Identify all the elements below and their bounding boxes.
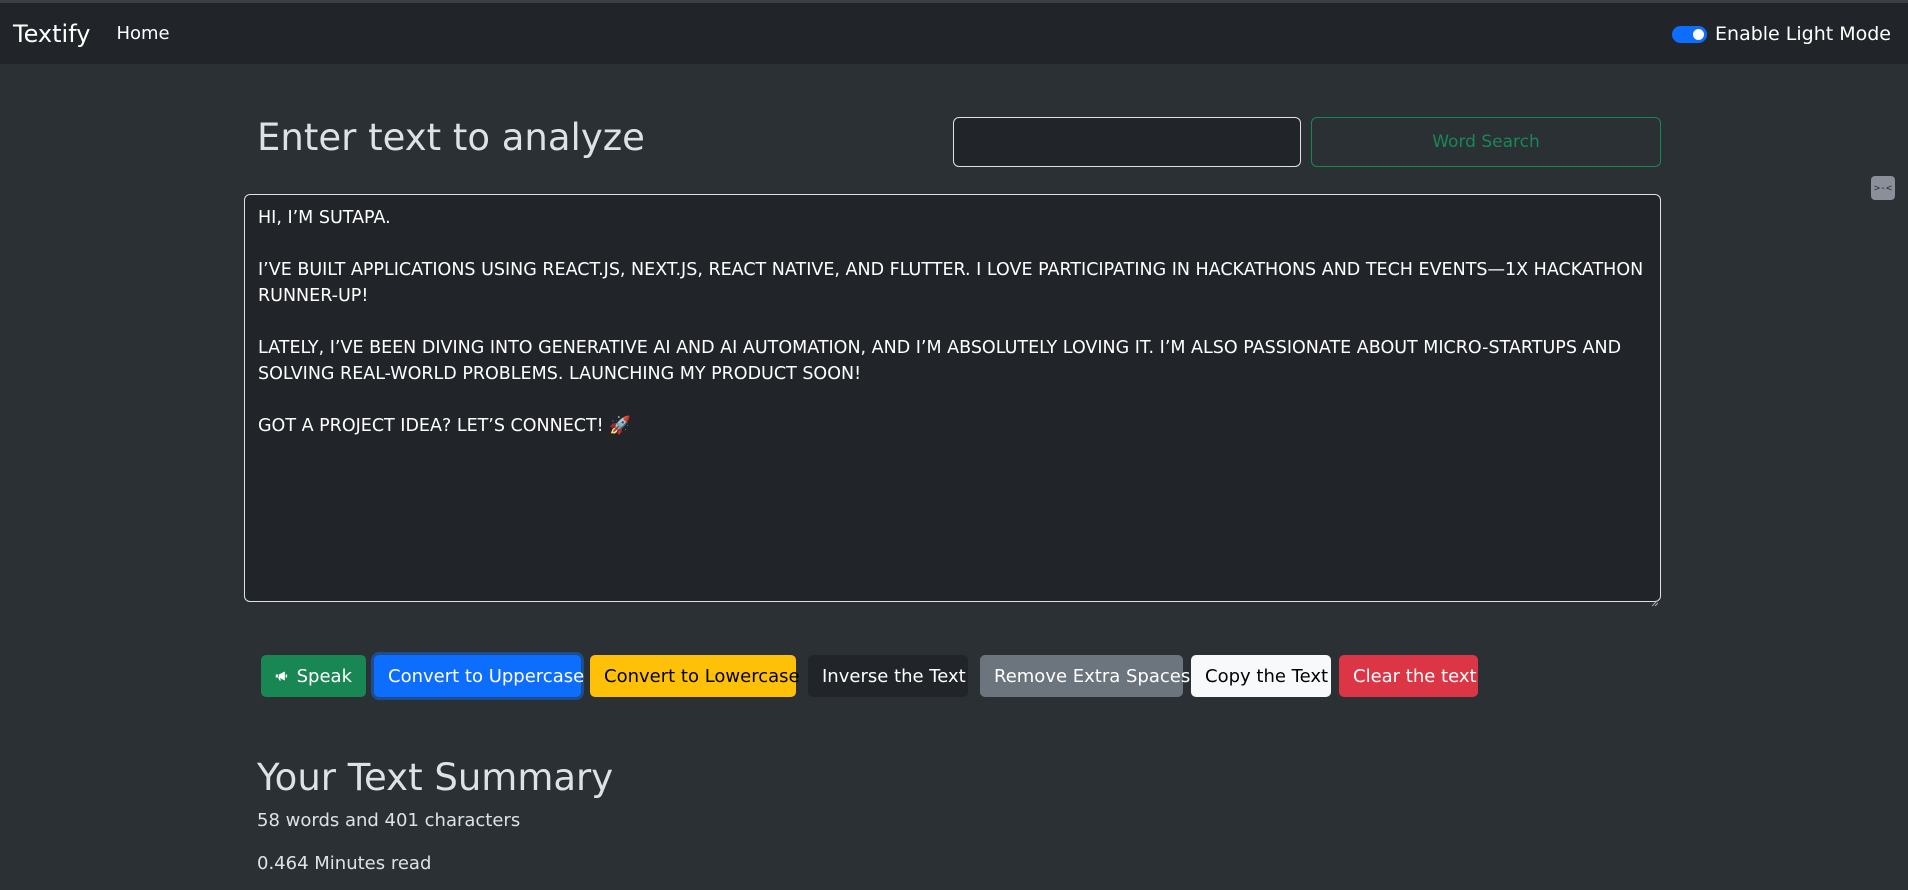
megaphone-icon	[275, 671, 288, 681]
terminal-icon[interactable]: >-<	[1871, 176, 1895, 200]
copy-text-button[interactable]: Copy the Text	[1191, 655, 1331, 697]
light-mode-toggle[interactable]: Enable Light Mode	[1672, 23, 1891, 45]
toggle-switch[interactable]	[1672, 25, 1708, 43]
word-char-count: 58 words and 401 characters	[257, 810, 521, 831]
speak-button[interactable]: Speak	[261, 655, 366, 697]
brand-logo-text[interactable]: Textify	[13, 20, 90, 48]
summary-title: Your Text Summary	[257, 756, 614, 799]
nav-home-link[interactable]: Home	[116, 23, 169, 44]
lowercase-button[interactable]: Convert to Lowercase	[590, 655, 800, 697]
text-input-area[interactable]: HI, I’M SUTAPA. I’VE BUILT APPLICATIONS …	[244, 194, 1661, 602]
remove-spaces-button[interactable]: Remove Extra Spaces	[980, 655, 1190, 697]
inverse-text-button[interactable]: Inverse the Text	[808, 655, 968, 697]
resize-grip-icon	[1651, 599, 1659, 607]
page-title: Enter text to analyze	[257, 116, 645, 159]
read-time: 0.464 Minutes read	[257, 853, 432, 874]
clear-text-button[interactable]: Clear the text	[1339, 655, 1478, 697]
word-search-button[interactable]: Word Search	[1311, 117, 1661, 167]
navbar: Textify Home Enable Light Mode	[0, 3, 1908, 64]
uppercase-button[interactable]: Convert to Uppercase	[374, 655, 584, 697]
resize-grip[interactable]	[1651, 592, 1659, 607]
toggle-label: Enable Light Mode	[1715, 23, 1891, 45]
word-search-input[interactable]	[953, 117, 1301, 167]
terminal-glyph: >-<	[1873, 182, 1893, 194]
speak-label: Speak	[296, 665, 352, 687]
